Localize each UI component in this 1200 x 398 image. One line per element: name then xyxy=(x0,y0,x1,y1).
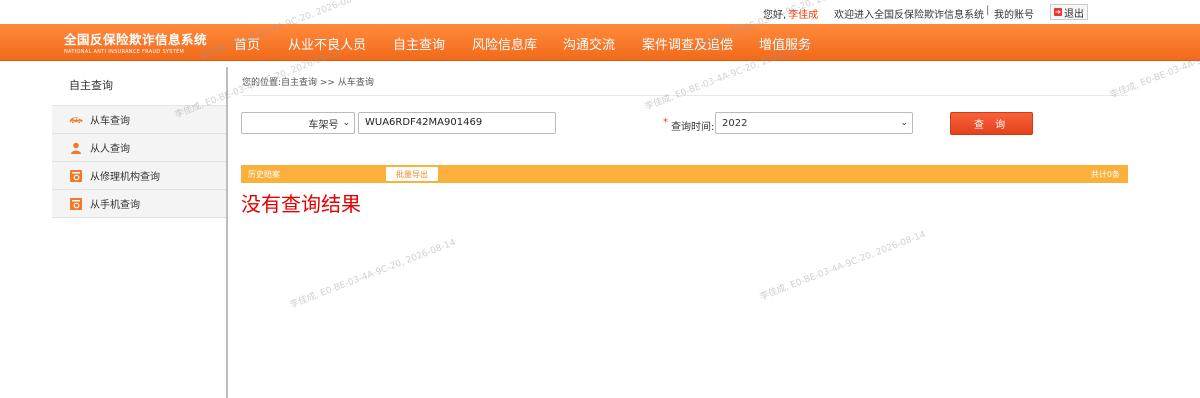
logout-button[interactable]: ➜ 退出 xyxy=(1050,4,1088,20)
query-type-value: 车架号 xyxy=(308,119,339,131)
sidebar-title: 自主查询 xyxy=(52,67,226,106)
chevron-down-icon: ⌄ xyxy=(900,118,908,128)
logout-icon: ➜ xyxy=(1054,8,1062,16)
nav-item-case-investigation[interactable]: 案件调查及追偿 xyxy=(642,34,733,53)
chevron-down-icon: ⌄ xyxy=(342,118,350,128)
sidebar-item-label: 从人查询 xyxy=(90,144,130,155)
sidebar-item-label: 从手机查询 xyxy=(90,200,140,211)
top-user-bar: 您好, 李佳成 欢迎进入全国反保险欺诈信息系统 | 我的账号 ➜ 退出 xyxy=(0,0,1200,24)
repair-shop-icon xyxy=(69,169,83,183)
sidebar-item-person-query[interactable]: 从人查询 xyxy=(52,134,226,162)
sidebar: 自主查询 从车查询 从人查询 从修理机构查询 从手机查询 xyxy=(52,67,228,398)
nav-item-home[interactable]: 首页 xyxy=(234,34,260,53)
nav-item-value-added[interactable]: 增值服务 xyxy=(759,34,811,53)
sidebar-item-phone-query[interactable]: 从手机查询 xyxy=(52,190,226,218)
logo-title: 全国反保险欺诈信息系统 xyxy=(64,32,208,47)
phone-icon xyxy=(69,197,83,211)
sidebar-item-label: 从修理机构查询 xyxy=(90,172,160,183)
nav-item-bad-personnel[interactable]: 从业不良人员 xyxy=(288,34,366,53)
query-button[interactable]: 查 询 xyxy=(950,112,1033,135)
nav-item-risk-db[interactable]: 风险信息库 xyxy=(472,34,537,53)
empty-result-message: 没有查询结果 xyxy=(241,192,361,216)
system-logo[interactable]: 全国反保险欺诈信息系统 NATIONAL ANTI INSURANCE FRAU… xyxy=(64,29,207,55)
main-content: 您的位置:自主查询 >> 从车查询 车架号 ⌄ WUA6RDF42MA90146… xyxy=(228,67,1200,398)
vin-input[interactable]: WUA6RDF42MA901469 xyxy=(358,112,556,134)
greeting: 您好, 李佳成 xyxy=(763,10,819,21)
sidebar-item-label: 从车查询 xyxy=(90,116,130,127)
my-account-link[interactable]: 我的账号 xyxy=(994,6,1034,21)
history-claims-label: 历史赔案 xyxy=(248,170,280,179)
sidebar-item-repair-shop-query[interactable]: 从修理机构查询 xyxy=(52,162,226,190)
search-form: 车架号 ⌄ WUA6RDF42MA901469 * 查询时间: 2022 ⌄ 查… xyxy=(241,112,1141,136)
results-header: 历史赔案 批量导出 共计0条 xyxy=(241,165,1128,183)
query-time-label: 查询时间: xyxy=(671,122,715,133)
logout-label: 退出 xyxy=(1064,8,1084,20)
logo-subtitle: NATIONAL ANTI INSURANCE FRAUD SYSTEM xyxy=(64,49,185,55)
query-type-select[interactable]: 车架号 ⌄ xyxy=(241,112,355,134)
query-time-value: 2022 xyxy=(722,117,748,129)
nav-item-self-query[interactable]: 自主查询 xyxy=(393,34,445,53)
divider: | xyxy=(986,5,990,16)
username: 李佳成 xyxy=(788,10,819,21)
car-icon xyxy=(69,113,83,127)
required-mark: * xyxy=(663,117,668,128)
person-icon xyxy=(69,141,83,155)
batch-export-button[interactable]: 批量导出 xyxy=(386,167,438,181)
nav-item-communication[interactable]: 沟通交流 xyxy=(563,34,615,53)
welcome-text: 欢迎进入全国反保险欺诈信息系统 xyxy=(834,10,984,21)
divider xyxy=(242,95,1128,96)
sidebar-item-vehicle-query[interactable]: 从车查询 xyxy=(52,106,226,134)
main-navbar: 全国反保险欺诈信息系统 NATIONAL ANTI INSURANCE FRAU… xyxy=(0,24,1200,61)
breadcrumb: 您的位置:自主查询 >> 从车查询 xyxy=(242,78,374,88)
total-count: 共计0条 xyxy=(1090,170,1120,179)
query-time-select[interactable]: 2022 ⌄ xyxy=(715,112,913,134)
